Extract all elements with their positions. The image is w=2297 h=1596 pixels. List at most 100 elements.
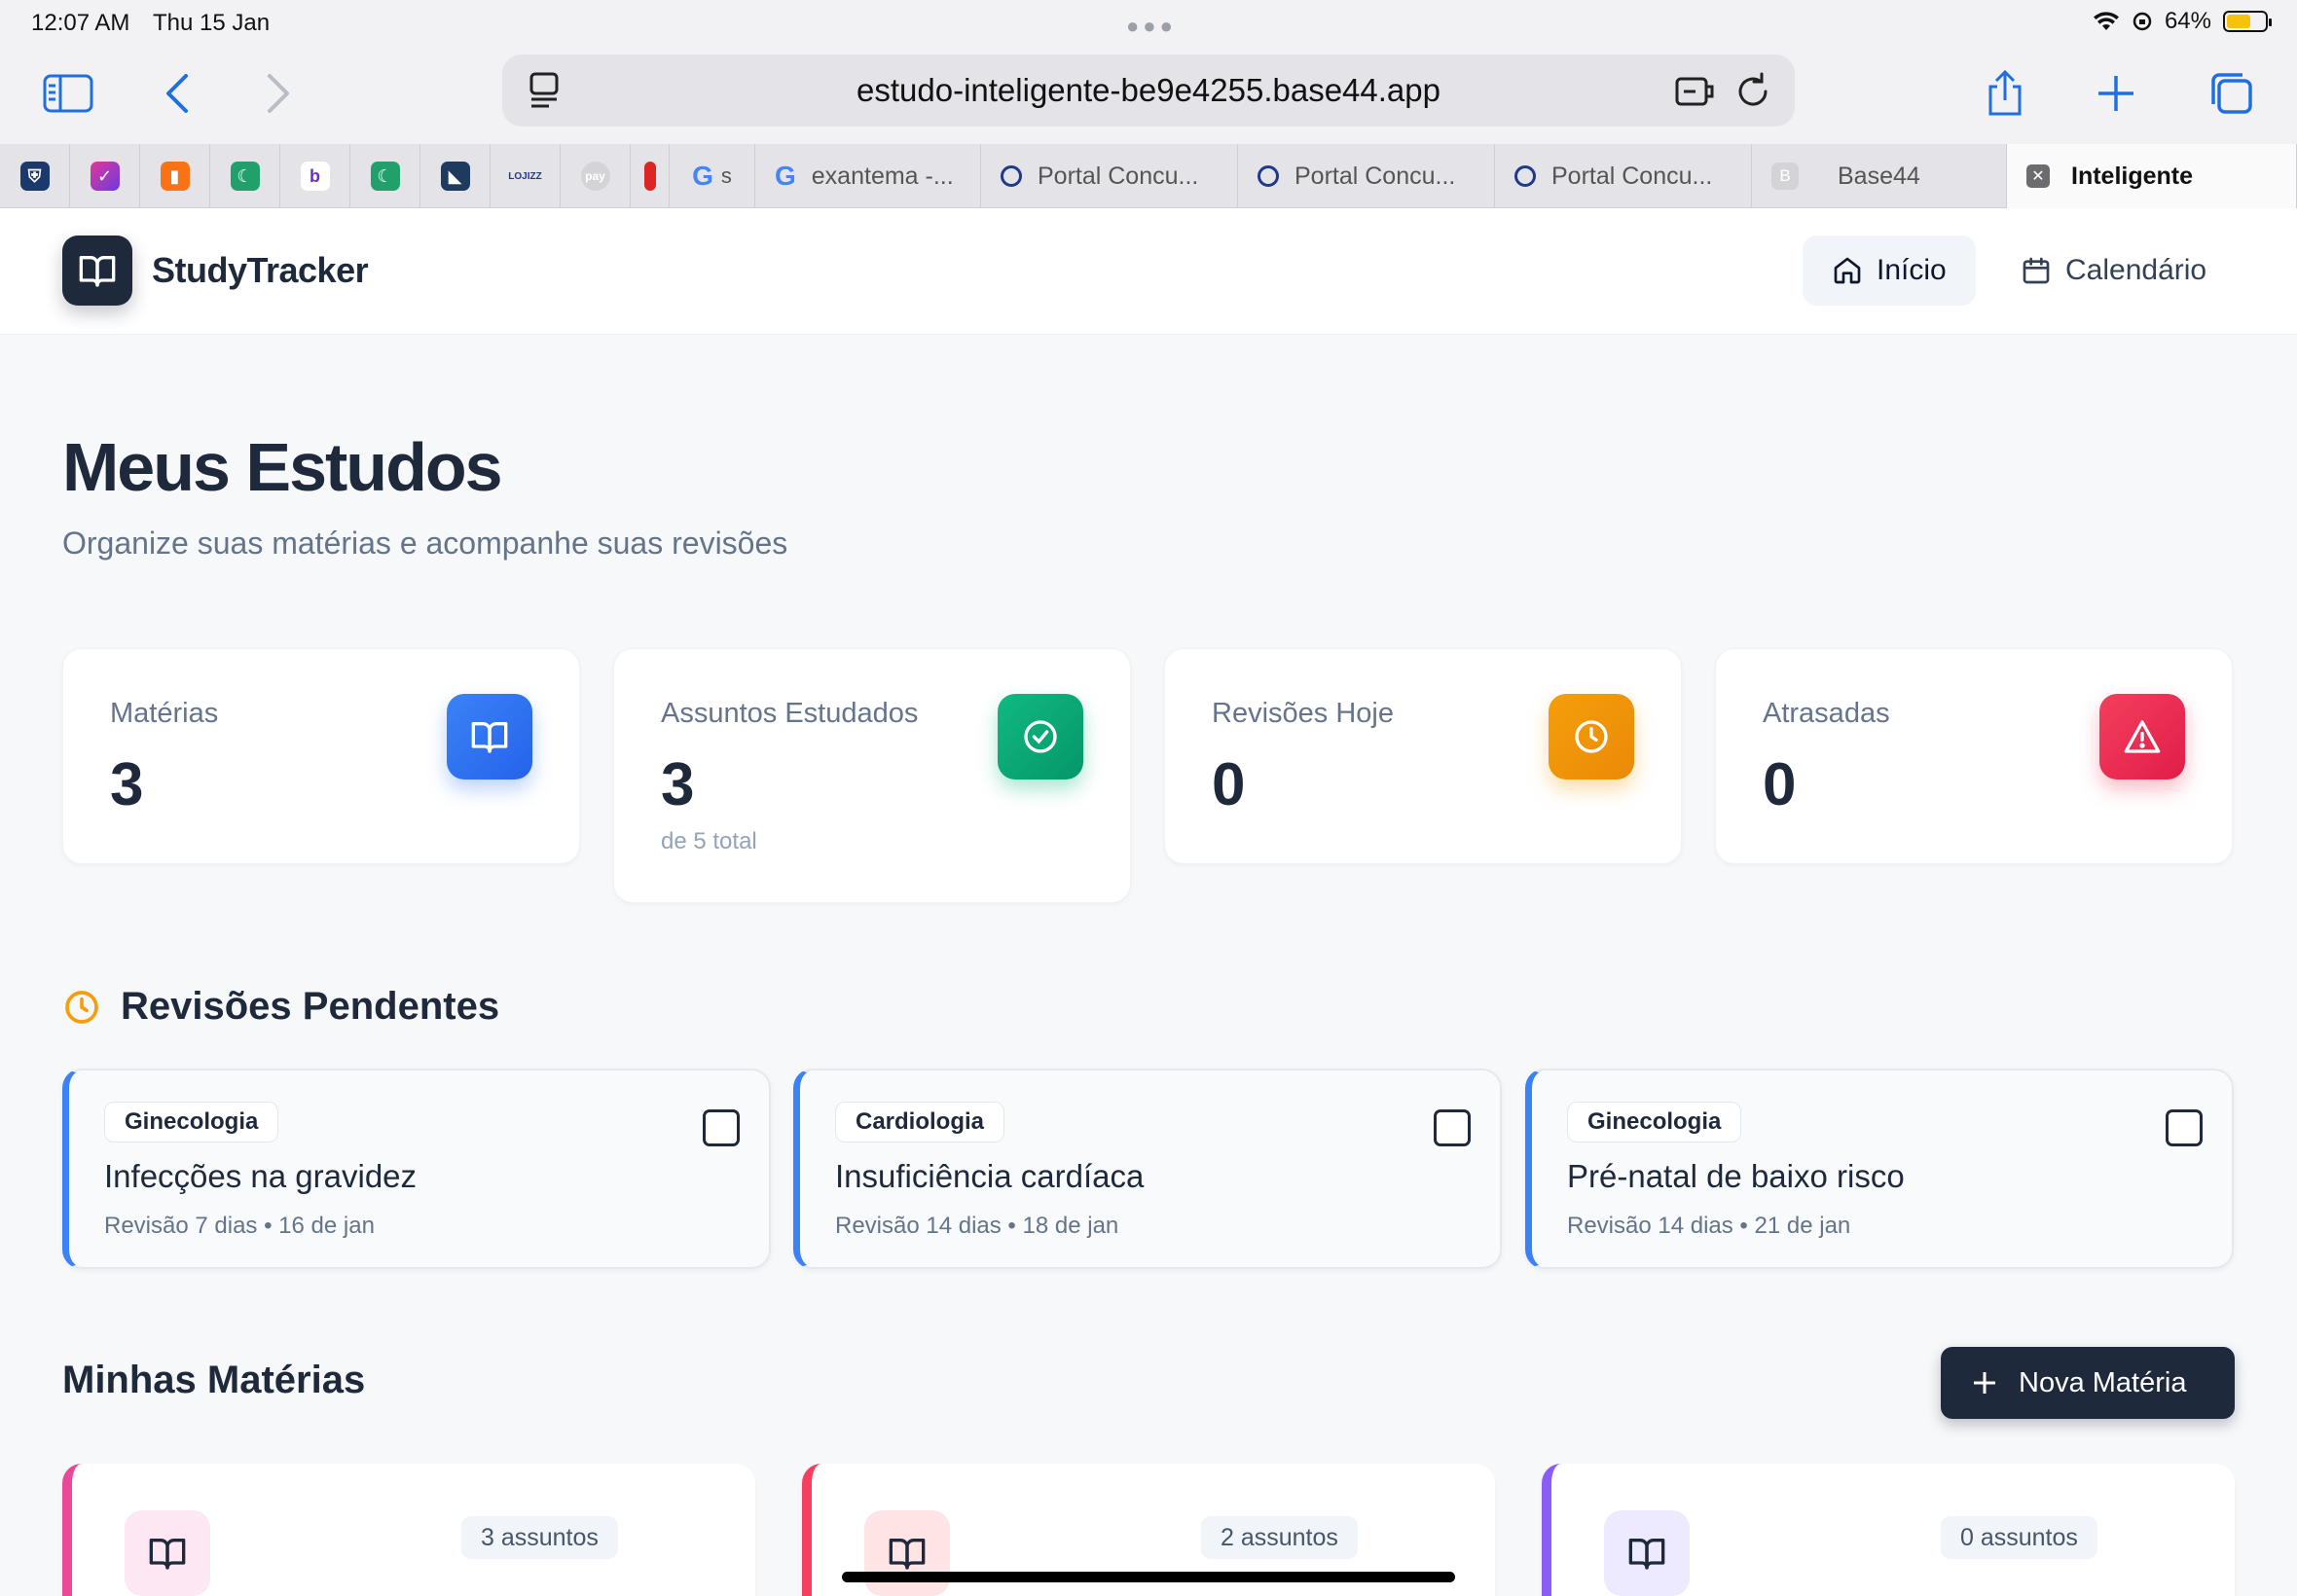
pinned-tab-google[interactable]: Gs (670, 144, 755, 208)
url-text[interactable]: estudo-inteligente-be9e4255.base44.app (857, 72, 1440, 109)
sidebar-toggle-icon[interactable] (41, 66, 95, 121)
pinned-tab-k[interactable]: ◣ (420, 144, 491, 208)
review-meta: Revisão 7 dias • 16 de jan (104, 1213, 375, 1239)
plus-icon (1974, 1372, 1995, 1394)
review-checkbox[interactable] (2166, 1109, 2203, 1146)
book-icon (125, 1510, 210, 1596)
book-icon (864, 1510, 950, 1596)
pinned-tab-badge[interactable]: ✓ (70, 144, 140, 208)
pinned-tab-bookmark[interactable]: ▮ (140, 144, 210, 208)
tab-portal-2[interactable]: Portal Concu... (1238, 144, 1495, 208)
review-card[interactable]: Cardiologia Insuficiência cardíaca Revis… (793, 1069, 1502, 1269)
pending-reviews-heading: Revisões Pendentes (62, 985, 499, 1029)
tab-portal-1[interactable]: Portal Concu... (981, 144, 1238, 208)
review-checkbox[interactable] (1434, 1109, 1471, 1146)
topic-count-badge: 0 assuntos (1941, 1516, 2097, 1559)
back-icon[interactable] (150, 66, 204, 121)
google-icon: G (775, 161, 796, 191)
shield-favicon-icon: ⛨ (19, 162, 50, 191)
wifi-icon (2093, 12, 2119, 30)
close-icon[interactable]: ✕ (2026, 164, 2050, 188)
page-menu-icon[interactable] (524, 70, 565, 111)
review-checkbox[interactable] (703, 1109, 740, 1146)
pinned-tab-pay[interactable]: pay (561, 144, 631, 208)
nav-home[interactable]: Início (1803, 236, 1976, 306)
stat-label: Matérias (110, 698, 219, 729)
check-circle-icon (998, 694, 1083, 780)
stat-value: 0 (1763, 751, 1797, 818)
bookmark-favicon-icon: ▮ (160, 162, 190, 191)
status-indicators: 64% (2093, 8, 2272, 35)
book-icon (447, 694, 532, 780)
new-subject-button[interactable]: Nova Matéria (1941, 1347, 2235, 1419)
battery-percent: 64% (2164, 8, 2211, 34)
pinned-tab-lojizz[interactable]: LOJIZZ (491, 144, 561, 208)
pinned-tab-red[interactable] (631, 144, 670, 208)
stat-card-subjects: Matérias 3 (62, 648, 580, 864)
topic-count-badge: 3 assuntos (461, 1516, 618, 1559)
review-card[interactable]: Ginecologia Pré-natal de baixo risco Rev… (1525, 1069, 2234, 1269)
moon-favicon-icon: ☾ (370, 162, 400, 191)
tab-base44[interactable]: B Base44 (1752, 144, 2007, 208)
pinned-tab-moon-2[interactable]: ☾ (350, 144, 420, 208)
subject-tag: Ginecologia (1567, 1102, 1742, 1143)
tab-exantema[interactable]: Gexantema -... (755, 144, 981, 208)
tab-strip: ⛨ ✓ ▮ ☾ b ☾ ◣ LOJIZZ pay Gs Gexantema -.… (0, 144, 2297, 208)
pinned-tab-shield[interactable]: ⛨ (0, 144, 70, 208)
orientation-lock-icon (2133, 12, 2152, 31)
tab-overview-icon[interactable] (2204, 66, 2258, 121)
home-icon (1834, 257, 1861, 284)
page-subtitle: Organize suas matérias e acompanhe suas … (62, 526, 788, 561)
subject-card[interactable]: 3 assuntos (62, 1464, 755, 1596)
home-indicator[interactable] (842, 1572, 1455, 1582)
new-tab-icon[interactable] (2089, 66, 2143, 121)
status-time: 12:07 AM (31, 10, 130, 36)
verified-badge-favicon-icon: ✓ (90, 162, 120, 191)
b-favicon-icon: b (300, 162, 330, 191)
book-icon (1604, 1510, 1690, 1596)
extension-icon[interactable] (1674, 70, 1715, 111)
review-meta: Revisão 14 dias • 21 de jan (1567, 1213, 1851, 1239)
pay-favicon-icon: pay (580, 162, 610, 191)
subject-tag: Cardiologia (835, 1102, 1005, 1143)
stat-value: 3 (661, 751, 695, 818)
review-topic: Insuficiência cardíaca (835, 1158, 1145, 1194)
moon-favicon-icon: ☾ (230, 162, 260, 191)
stat-card-overdue: Atrasadas 0 (1715, 648, 2233, 864)
k-favicon-icon: ◣ (440, 162, 470, 191)
multitask-dots[interactable]: ●●● (1126, 14, 1177, 39)
subject-tag: Ginecologia (104, 1102, 279, 1143)
review-card[interactable]: Ginecologia Infecções na gravidez Revisã… (62, 1069, 771, 1269)
logo-book-icon[interactable] (62, 236, 132, 306)
calendar-icon (2023, 257, 2050, 284)
app-name[interactable]: StudyTracker (152, 250, 369, 291)
lojizz-favicon-icon: LOJIZZ (508, 170, 542, 182)
forward-icon[interactable] (251, 66, 306, 121)
app-header: StudyTracker Início Calendário (0, 208, 2297, 335)
stat-card-reviews-today: Revisões Hoje 0 (1164, 648, 1682, 864)
pinned-tab-moon-1[interactable]: ☾ (210, 144, 280, 208)
base44-icon: B (1771, 163, 1799, 190)
stat-label: Assuntos Estudados (661, 698, 919, 729)
red-favicon-icon (643, 162, 656, 191)
review-topic: Infecções na gravidez (104, 1158, 418, 1194)
portal-icon (1001, 165, 1022, 187)
tab-portal-3[interactable]: Portal Concu... (1495, 144, 1752, 208)
google-icon: G (692, 161, 713, 191)
reload-icon[interactable] (1732, 70, 1773, 111)
stat-hint: de 5 total (661, 828, 757, 854)
stat-label: Revisões Hoje (1212, 698, 1394, 729)
review-meta: Revisão 14 dias • 18 de jan (835, 1213, 1119, 1239)
share-icon[interactable] (1978, 66, 2032, 121)
stat-value: 0 (1212, 751, 1246, 818)
clock-icon (65, 990, 98, 1024)
alert-triangle-icon (2099, 694, 2185, 780)
subject-card[interactable]: 0 assuntos (1542, 1464, 2235, 1596)
review-topic: Pré-natal de baixo risco (1567, 1158, 1905, 1194)
my-subjects-heading: Minhas Matérias (62, 1359, 366, 1401)
tab-inteligente[interactable]: ✕ Inteligente (2007, 144, 2297, 208)
address-bar[interactable]: estudo-inteligente-be9e4255.base44.app (502, 54, 1795, 127)
stat-card-topics: Assuntos Estudados 3 de 5 total (613, 648, 1131, 903)
nav-calendar[interactable]: Calendário (1991, 236, 2236, 306)
pinned-tab-b[interactable]: b (280, 144, 350, 208)
